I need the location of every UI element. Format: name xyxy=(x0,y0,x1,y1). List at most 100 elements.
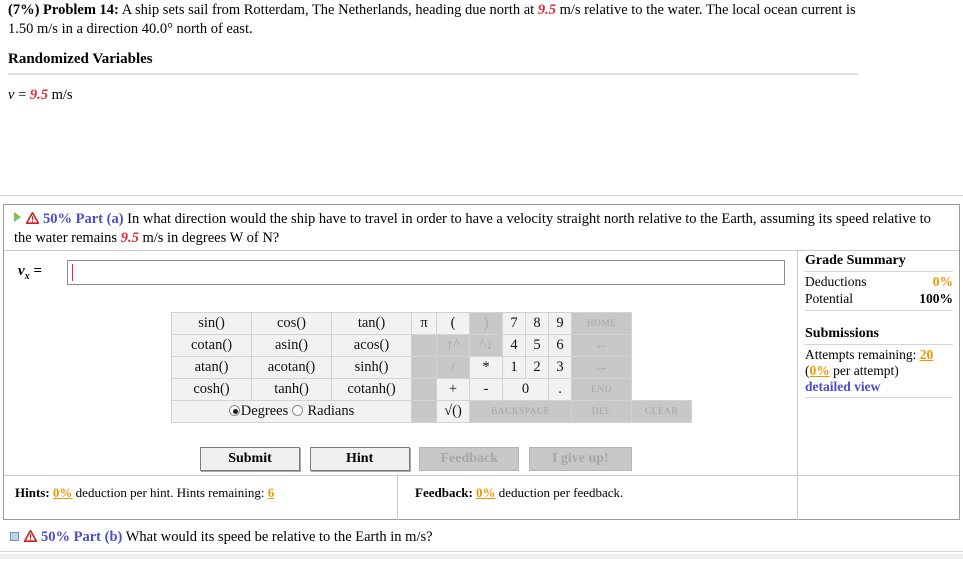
calc-key-superscript-up[interactable]: ↑^ xyxy=(436,334,470,357)
part-a-text-after-value: m/s in degrees W of N? xyxy=(138,230,280,247)
attempts-row: Attempts remaining: 20 xyxy=(805,347,953,363)
calc-key-plus[interactable]: + xyxy=(436,378,470,401)
problem-text-before-value: A ship sets sail from Rotterdam, The Net… xyxy=(121,2,538,18)
calc-key-clear[interactable]: CLEAR xyxy=(631,400,692,423)
calc-key-home[interactable]: HOME xyxy=(571,312,632,335)
part-a-percent: 50% xyxy=(43,211,72,227)
potential-label: Potential xyxy=(805,290,853,306)
calc-key-2[interactable]: 2 xyxy=(525,356,549,379)
calc-key-arrow-left[interactable]: ← xyxy=(571,334,632,357)
problem-label: Problem 14: xyxy=(43,2,119,18)
calculator-widget: sin() cos() tan() π ( ) 7 8 9 HOME cotan… xyxy=(171,312,692,423)
submissions-rule xyxy=(805,343,953,345)
calc-key-7[interactable]: 7 xyxy=(502,312,526,335)
calc-key-3[interactable]: 3 xyxy=(548,356,572,379)
variable-units: m/s xyxy=(48,87,73,103)
feedback-text: deduction per feedback. xyxy=(498,485,624,500)
variable-name: v xyxy=(8,87,15,103)
variable-equals: = xyxy=(18,87,30,103)
detailed-view-link[interactable]: detailed view xyxy=(805,379,953,395)
calc-key-open-paren[interactable]: ( xyxy=(436,312,470,335)
calc-key-9[interactable]: 9 xyxy=(548,312,572,335)
calc-key-del[interactable]: DEL xyxy=(571,400,632,423)
per-attempt-text: per attempt) xyxy=(833,362,899,378)
feedback-deduction: 0% xyxy=(476,485,496,500)
section-divider xyxy=(0,195,963,196)
calc-key-5[interactable]: 5 xyxy=(525,334,549,357)
warning-triangle-icon xyxy=(26,212,39,224)
part-a-bottom-divider xyxy=(4,475,959,476)
calculator-row: Degrees Radians √() BACKSPACE DEL CLEAR xyxy=(171,400,692,423)
grade-summary-panel: Grade Summary Deductions 0% Potential 10… xyxy=(805,253,953,400)
calc-key-arrow-right[interactable]: → xyxy=(571,356,632,379)
calc-key-blank-3 xyxy=(411,378,437,401)
calc-key-1[interactable]: 1 xyxy=(502,356,526,379)
part-a-panel: 50% Part (a) In what direction would the… xyxy=(3,204,960,520)
hints-label: Hints: xyxy=(15,485,50,500)
per-attempt-row: (0% per attempt) xyxy=(805,363,953,379)
problem-weight: (7%) xyxy=(8,2,40,18)
calc-key-cotan[interactable]: cotan() xyxy=(171,334,252,357)
calc-key-sin[interactable]: sin() xyxy=(171,312,252,335)
calc-key-asin[interactable]: asin() xyxy=(251,334,332,357)
randomized-variables-rule xyxy=(8,73,858,75)
grade-summary-spacer xyxy=(805,313,953,326)
text-caret xyxy=(72,264,73,281)
give-up-button[interactable]: I give up! xyxy=(528,447,632,471)
calc-key-backspace[interactable]: BACKSPACE xyxy=(469,400,572,423)
mode-degrees-label[interactable]: Degrees xyxy=(241,403,289,419)
part-b-header[interactable]: 50% Part (b) What would its speed be rel… xyxy=(10,528,433,547)
expand-triangle-icon[interactable] xyxy=(14,212,21,222)
calc-key-blank-2 xyxy=(411,356,437,379)
calc-key-sqrt[interactable]: √() xyxy=(436,400,470,423)
collapsed-square-icon[interactable] xyxy=(10,532,19,541)
calc-key-cotanh[interactable]: cotanh() xyxy=(331,378,412,401)
grade-summary-rule xyxy=(805,271,953,272)
hints-feedback-divider xyxy=(397,475,398,520)
calc-key-acotan[interactable]: acotan() xyxy=(251,356,332,379)
calc-key-8[interactable]: 8 xyxy=(525,312,549,335)
calc-key-close-paren[interactable]: ) xyxy=(469,312,503,335)
calc-key-sinh[interactable]: sinh() xyxy=(331,356,412,379)
part-a-label: Part xyxy=(75,211,103,227)
feedback-button[interactable]: Feedback xyxy=(419,447,520,471)
calc-key-decimal[interactable]: . xyxy=(548,378,572,401)
calc-key-cosh[interactable]: cosh() xyxy=(171,378,252,401)
calculator-row: cosh() tanh() cotanh() + - 0 . END xyxy=(171,378,692,401)
calc-key-atan[interactable]: atan() xyxy=(171,356,252,379)
hints-deduction: 0% xyxy=(52,485,73,500)
calc-key-pi[interactable]: π xyxy=(411,312,437,335)
calc-key-superscript-down[interactable]: ^↓ xyxy=(469,334,503,357)
part-a-randomized-value: 9.5 xyxy=(120,230,139,247)
calc-key-acos[interactable]: acos() xyxy=(331,334,412,357)
calc-key-minus[interactable]: - xyxy=(469,378,503,401)
hint-button[interactable]: Hint xyxy=(309,447,410,471)
calc-key-6[interactable]: 6 xyxy=(548,334,572,357)
part-a-header-divider xyxy=(4,250,959,251)
radio-radians-icon[interactable] xyxy=(291,405,303,416)
calc-key-tanh[interactable]: tanh() xyxy=(251,378,332,401)
answer-input[interactable] xyxy=(67,260,785,285)
mode-radians-label[interactable]: Radians xyxy=(308,403,355,419)
calc-key-cos[interactable]: cos() xyxy=(251,312,332,335)
submit-button[interactable]: Submit xyxy=(200,447,300,471)
bottom-divider xyxy=(0,551,963,552)
part-b-text: What would its speed be relative to the … xyxy=(125,529,433,545)
calc-key-multiply[interactable]: * xyxy=(469,356,503,379)
calc-key-divide[interactable]: / xyxy=(436,356,470,379)
feedback-right-divider xyxy=(797,475,798,520)
calc-key-blank-4 xyxy=(411,400,437,423)
feedback-bar: Feedback: 0% deduction per feedback. xyxy=(415,485,623,501)
calculator-row: cotan() asin() acos() ↑^ ^↓ 4 5 6 ← xyxy=(171,334,692,357)
hints-text: deduction per hint. Hints remaining: xyxy=(75,485,265,500)
submissions-title: Submissions xyxy=(805,325,879,341)
per-attempt-value: 0% xyxy=(809,362,830,378)
calc-key-4[interactable]: 4 xyxy=(502,334,526,357)
calc-key-tan[interactable]: tan() xyxy=(331,312,412,335)
problem-randomized-value: 9.5 xyxy=(537,2,556,18)
potential-row: Potential 100% xyxy=(805,291,953,308)
radio-degrees-icon[interactable] xyxy=(228,405,240,416)
calc-key-0[interactable]: 0 xyxy=(502,378,549,401)
calc-key-end[interactable]: END xyxy=(571,378,632,401)
feedback-label: Feedback: xyxy=(415,485,473,500)
